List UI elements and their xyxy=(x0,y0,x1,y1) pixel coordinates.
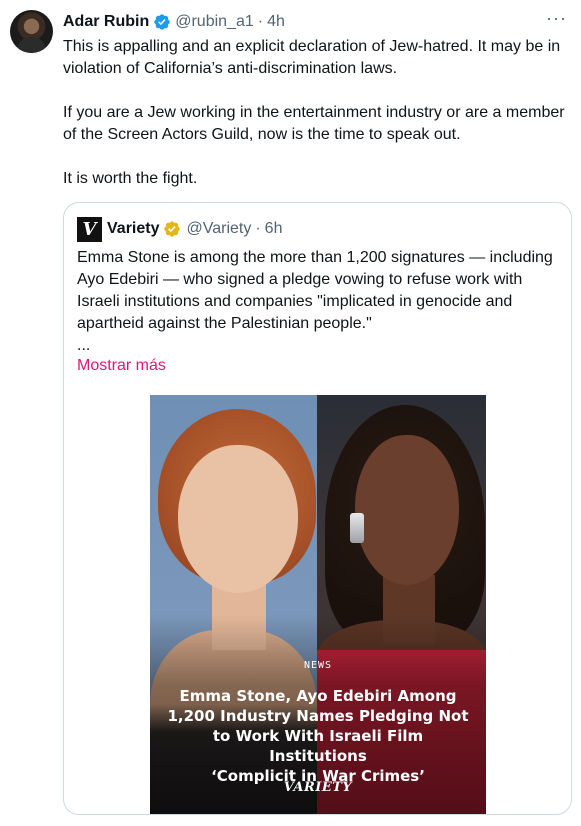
tweet-timestamp[interactable]: 4h xyxy=(267,13,285,31)
variety-logo-icon: V xyxy=(77,216,102,242)
quoted-tweet-timestamp[interactable]: 6h xyxy=(265,220,283,238)
tweet-paragraph: If you are a Jew working in the entertai… xyxy=(63,104,565,143)
author-handle[interactable]: @rubin_a1 xyxy=(175,13,254,31)
quoted-author-handle[interactable]: @Variety xyxy=(186,220,251,238)
show-more-link[interactable]: Mostrar más xyxy=(77,357,166,375)
quoted-tweet-body: Emma Stone is among the more than 1,200 … xyxy=(77,249,553,332)
quoted-tweet-card[interactable]: V Variety @Variety · 6h Emma Stone is am… xyxy=(63,202,572,815)
quoted-tweet-text: Emma Stone is among the more than 1,200 … xyxy=(77,247,562,357)
image-headline: Emma Stone, Ayo Edebiri Among 1,200 Indu… xyxy=(167,687,469,785)
quoted-author-name[interactable]: Variety xyxy=(107,220,159,238)
tweet-paragraph: This is appalling and an explicit declar… xyxy=(63,38,561,77)
quoted-tweet-ellipsis: ... xyxy=(77,337,91,354)
verified-badge-icon xyxy=(154,14,170,30)
quoted-tweet-header: V Variety @Variety · 6h xyxy=(77,216,282,242)
gold-verified-badge-icon xyxy=(164,221,181,237)
separator-dot: · xyxy=(255,220,261,237)
tweet-text: This is appalling and an explicit declar… xyxy=(63,36,573,212)
separator-dot: · xyxy=(257,13,264,30)
news-kicker: NEWS xyxy=(303,660,333,671)
author-name[interactable]: Adar Rubin xyxy=(63,13,149,31)
variety-wordmark-logo: VARIETY xyxy=(283,780,353,795)
tweet-header: Adar Rubin @rubin_a1 · 4h xyxy=(63,11,285,33)
quoted-tweet-image[interactable]: NEWS Emma Stone, Ayo Edebiri Among 1,200… xyxy=(150,395,486,814)
more-options-icon[interactable]: ··· xyxy=(546,8,567,29)
tweet: Adar Rubin @rubin_a1 · 4h ··· This is ap… xyxy=(0,0,581,826)
author-avatar[interactable] xyxy=(10,10,53,53)
tweet-paragraph: It is worth the fight. xyxy=(63,170,198,187)
